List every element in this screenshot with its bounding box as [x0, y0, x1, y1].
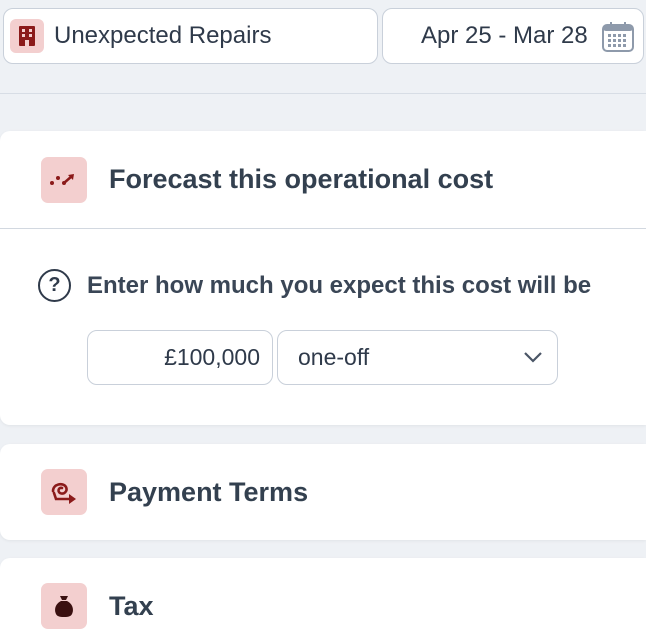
tax-card[interactable]: Tax — [0, 558, 646, 636]
forecast-title: Forecast this operational cost — [109, 164, 494, 194]
tax-title: Tax — [109, 590, 154, 621]
date-range-picker[interactable]: Apr 25 - Mar 28 — [382, 8, 644, 64]
calendar-icon[interactable] — [602, 22, 634, 52]
date-range: Apr 25 - Mar 28 — [421, 22, 588, 49]
frequency-select[interactable]: one-off — [277, 330, 558, 385]
tax-header[interactable]: Tax — [0, 558, 646, 636]
amount-input[interactable] — [87, 330, 273, 385]
trend-icon — [41, 156, 87, 203]
building-icon — [10, 19, 44, 53]
cost-name-field[interactable]: Unexpected Repairs — [3, 8, 378, 64]
frequency-value: one-off — [298, 344, 370, 370]
forecast-question: ? Enter how much you expect this cost wi… — [38, 269, 591, 302]
forecast-card-header[interactable]: Forecast this operational cost — [0, 131, 646, 229]
forecast-question-label: Enter how much you expect this cost will… — [87, 271, 592, 299]
money-bag-icon — [41, 583, 87, 629]
chevron-down-icon — [524, 352, 542, 363]
payment-terms-card[interactable]: Payment Terms — [0, 444, 646, 540]
question-icon[interactable]: ? — [38, 269, 71, 302]
payment-terms-title: Payment Terms — [109, 476, 309, 507]
forecast-card: Forecast this operational cost ? Enter h… — [0, 131, 646, 425]
cost-name: Unexpected Repairs — [54, 22, 272, 49]
payment-terms-icon — [41, 469, 87, 515]
payment-terms-header[interactable]: Payment Terms — [0, 444, 646, 540]
top-bar: Unexpected Repairs Apr 25 - Mar 28 — [0, 0, 646, 94]
